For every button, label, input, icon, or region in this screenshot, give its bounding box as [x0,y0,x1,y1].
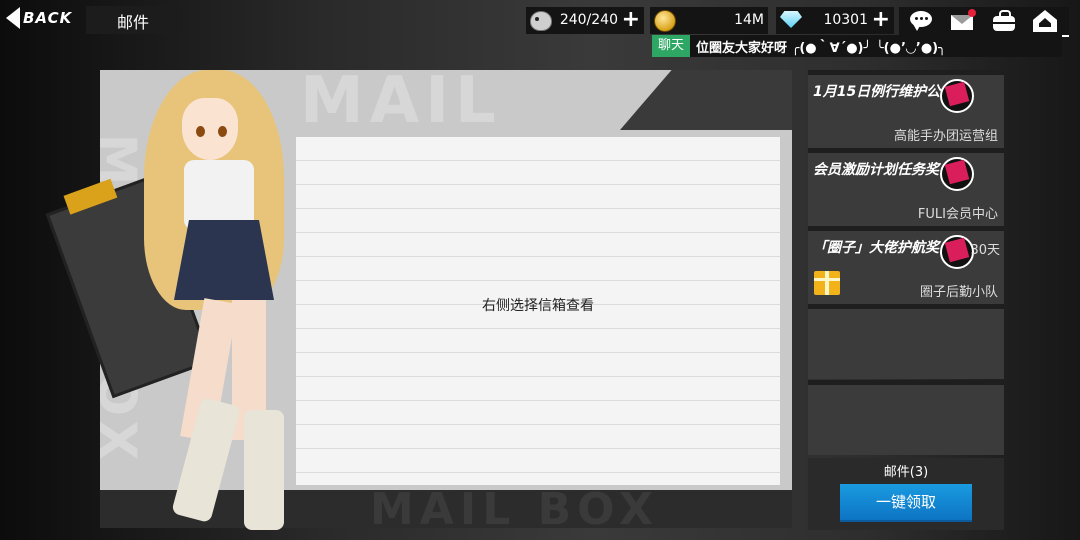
hedgehog-icon [530,11,552,31]
back-label: BACK [23,9,73,27]
add-gems-button[interactable]: + [872,9,890,31]
page-title-box: 邮件 [86,6,183,34]
new-badge-icon [940,157,974,191]
coin-icon [654,10,676,32]
select-mailbox-hint: 右侧选择信箱查看 [482,298,594,314]
mail-icon[interactable] [950,9,976,33]
diamond-icon [780,11,802,28]
stamina-value: 240/240 [559,12,618,28]
top-icon-bar [899,7,1069,37]
back-button[interactable]: BACK [6,6,86,30]
mail-footer: 邮件(3) 一键领取 [808,458,1004,530]
gem-value: 10301 [823,12,868,28]
mail-count: 邮件(3) [883,465,929,480]
chat-ticker[interactable]: 聊天 位圈友大家好呀 ╭(●｀∀´●)╯ ╰(●’◡’●)╮ [652,35,1062,57]
notification-dot [968,9,976,17]
empty-mail-slot [808,304,1004,379]
bag-icon[interactable] [991,9,1017,33]
new-badge-icon [940,79,974,113]
gift-icon [814,271,840,295]
mail-item[interactable]: 「圈子」大佬护航奖 30天 圈子后勤小队 [808,226,1004,304]
mail-sender: 高能手办团运营组 [893,129,998,144]
add-stamina-button[interactable]: + [622,9,640,31]
bg-decor-text-bottom: MAIL BOX [370,484,659,528]
top-bar: BACK 邮件 240/240 + 14M 10301 + [0,0,1080,37]
gem-counter: 10301 + [776,7,894,34]
chat-message: 位圈友大家好呀 ╭(●｀∀´●)╯ ╰(●’◡’●)╮ [696,41,946,56]
decor-shape [620,70,792,130]
new-badge-icon [940,235,974,269]
back-arrow-icon [6,7,20,29]
character-illustration [45,40,324,530]
claim-all-button[interactable]: 一键领取 [840,484,972,522]
mail-content-area: 右侧选择信箱查看 [296,137,780,485]
mail-sender: 圈子后勤小队 [919,285,998,300]
coin-value: 14M [734,12,764,28]
page-title: 邮件 [117,13,150,32]
empty-mail-slot [808,380,1004,455]
mail-subject: 1月15日例行维护公 [813,84,941,100]
mail-list: 1月15日例行维护公 高能手办团运营组 会员激励计划任务奖 FULI会员中心 「… [808,70,1006,530]
mail-item[interactable]: 会员激励计划任务奖 FULI会员中心 [808,148,1004,226]
mail-sender: FULI会员中心 [917,207,998,222]
bg-decor-text-top: MAIL [300,70,502,138]
mail-item[interactable]: 1月15日例行维护公 高能手办团运营组 [808,70,1004,148]
stamina-counter: 240/240 + [526,7,644,34]
chat-label[interactable]: 聊天 [652,35,690,57]
mail-subject: 「圈子」大佬护航奖 [813,240,939,256]
coin-counter: 14M [650,7,768,34]
home-icon[interactable] [1032,9,1058,33]
chat-bubble-icon[interactable] [908,9,934,33]
mail-expiry: 30天 [970,243,1000,258]
mail-subject: 会员激励计划任务奖 [813,162,939,178]
